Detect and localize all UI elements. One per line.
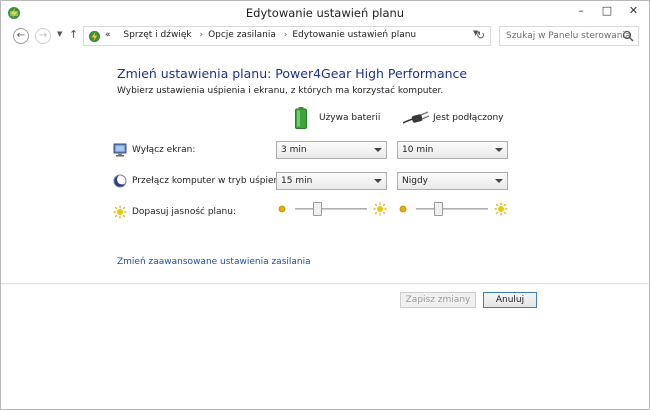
chevron-down-icon — [374, 148, 382, 152]
moon-icon — [113, 174, 127, 188]
display-off-battery-select[interactable]: 3 min — [276, 141, 387, 159]
bright-sun-icon — [373, 202, 387, 216]
breadcrumb-overflow[interactable]: « — [105, 30, 111, 40]
address-bar[interactable]: « Sprzęt i dźwięk › Opcje zasilania › Edyt… — [83, 26, 491, 46]
search-box[interactable]: Szukaj w Panelu sterowania — [499, 26, 639, 46]
brightness-plugged-slider[interactable] — [398, 202, 508, 216]
column-header-plugged-in: Jest podłączony — [433, 113, 504, 123]
slider-thumb[interactable] — [433, 202, 443, 216]
recent-locations-chevron-icon[interactable]: ▼ — [57, 30, 62, 38]
advanced-settings-link[interactable]: Zmień zaawansowane ustawienia zasilania — [117, 257, 311, 267]
brightness-battery-slider[interactable] — [277, 202, 387, 216]
breadcrumb-hardware-sound[interactable]: Sprzęt i dźwięk — [123, 30, 191, 40]
sleep-battery-value: 15 min — [281, 176, 313, 186]
sleep-label: Przełącz komputer w tryb uśpienia: — [132, 176, 291, 186]
footer-divider — [1, 283, 649, 284]
up-button[interactable]: ↑ — [69, 28, 78, 41]
sleep-plugged-select[interactable]: Nigdy — [397, 172, 508, 190]
breadcrumb-separator-icon[interactable]: › — [199, 30, 203, 40]
save-changes-button[interactable]: Zapisz zmiany — [400, 292, 476, 308]
slider-track[interactable] — [416, 208, 488, 210]
column-header-battery: Używa baterii — [319, 113, 381, 123]
display-off-plugged-value: 10 min — [402, 145, 434, 155]
plug-icon — [403, 111, 429, 124]
display-off-battery-value: 3 min — [281, 145, 307, 155]
dim-sun-icon — [399, 205, 407, 213]
title-bar: Edytowanie ustawień planu – □ ✕ — [1, 1, 649, 25]
brightness-label: Dopasuj jasność planu: — [132, 207, 237, 217]
display-off-plugged-select[interactable]: 10 min — [397, 141, 508, 159]
display-off-label: Wyłącz ekran: — [132, 145, 196, 155]
chevron-down-icon — [374, 179, 382, 183]
chevron-down-icon — [495, 179, 503, 183]
bright-sun-icon — [494, 202, 508, 216]
maximize-button[interactable]: □ — [594, 1, 620, 21]
breadcrumb-separator-icon[interactable]: › — [284, 30, 288, 40]
power-plan-window: Edytowanie ustawień planu – □ ✕ ← → ▼ ↑ … — [0, 0, 650, 410]
slider-track[interactable] — [295, 208, 367, 210]
navigation-bar: ← → ▼ ↑ « Sprzęt i dźwięk › Opcje zasilan… — [1, 25, 649, 47]
page-title: Zmień ustawienia planu: Power4Gear High … — [117, 66, 468, 81]
sleep-battery-select[interactable]: 15 min — [276, 172, 387, 190]
dim-sun-icon — [278, 205, 286, 213]
search-icon[interactable] — [622, 30, 634, 42]
power-options-icon — [88, 30, 101, 43]
minimize-button[interactable]: – — [568, 1, 594, 21]
sleep-plugged-value: Nigdy — [402, 176, 428, 186]
monitor-icon — [113, 143, 127, 157]
window-title: Edytowanie ustawień planu — [245, 6, 405, 20]
breadcrumb-power-options[interactable]: Opcje zasilania — [208, 30, 276, 40]
sun-icon — [113, 205, 127, 219]
page-description: Wybierz ustawienia uśpienia i ekranu, z … — [117, 86, 444, 96]
refresh-button[interactable]: ↻ — [471, 26, 491, 46]
breadcrumb: « Sprzęt i dźwięk › Opcje zasilania › Edyt… — [105, 30, 416, 40]
close-button[interactable]: ✕ — [618, 1, 649, 21]
breadcrumb-edit-plan[interactable]: Edytowanie ustawień planu — [292, 30, 416, 40]
back-button[interactable]: ← — [13, 28, 29, 44]
battery-icon — [295, 107, 307, 129]
search-input[interactable]: Szukaj w Panelu sterowania — [506, 31, 631, 41]
forward-button[interactable]: → — [35, 28, 51, 44]
chevron-down-icon — [495, 148, 503, 152]
cancel-button[interactable]: Anuluj — [483, 292, 537, 308]
slider-thumb[interactable] — [312, 202, 322, 216]
